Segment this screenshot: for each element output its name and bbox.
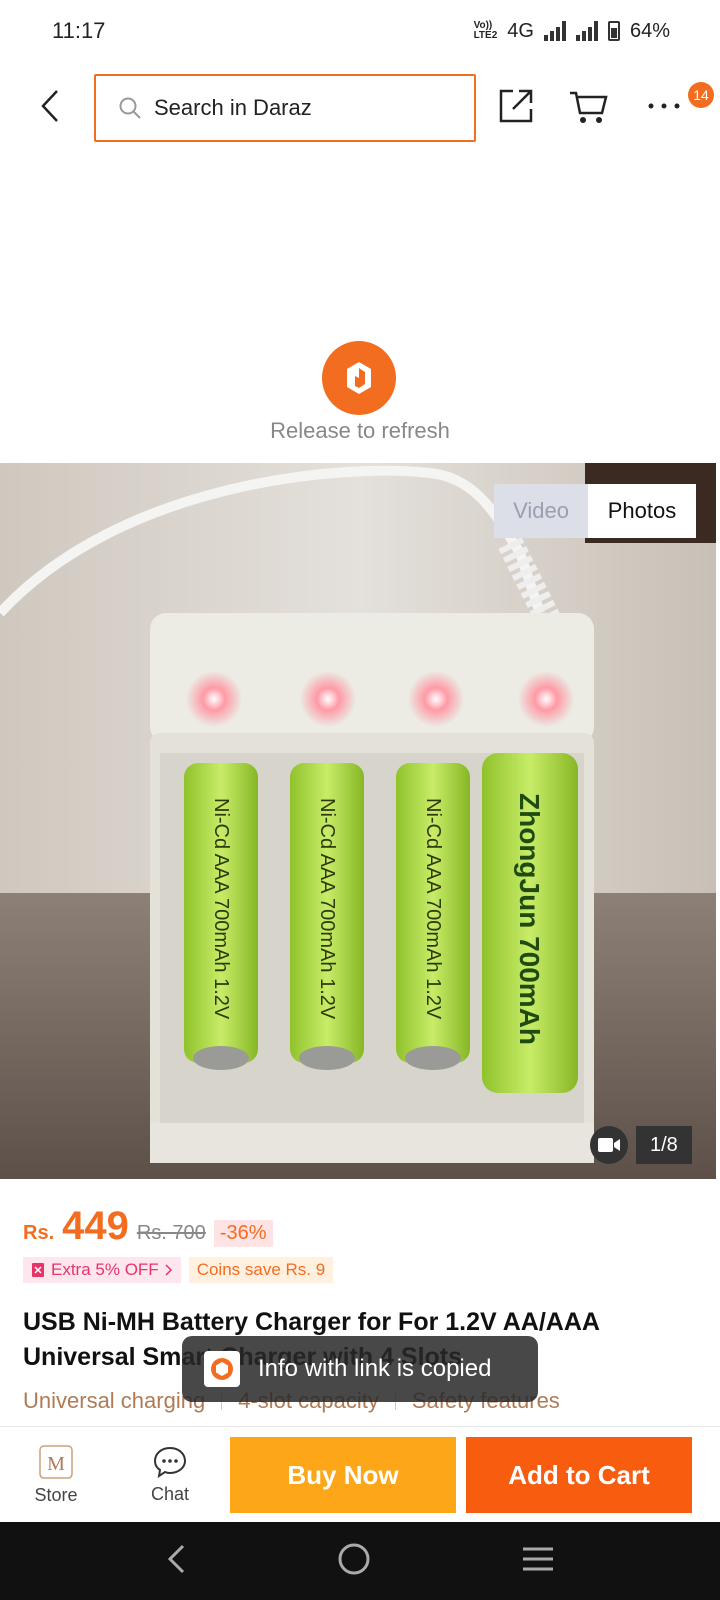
svg-text:M: M [47,1453,65,1475]
chat-icon [153,1446,187,1478]
promo-row: Extra 5% OFF Coins save Rs. 9 [23,1257,334,1283]
search-icon [119,97,141,119]
tab-video[interactable]: Video [494,484,588,538]
product-photo: Ni-Cd AAA 700mAh 1.2V Ni-Cd AAA 700mAh 1… [0,463,716,1179]
discount-badge: -36% [213,1220,273,1247]
product-image[interactable]: Ni-Cd AAA 700mAh 1.2V Ni-Cd AAA 700mAh 1… [0,463,716,1179]
voucher-icon [32,1263,44,1277]
share-icon [499,89,533,123]
cart-button[interactable] [566,84,610,128]
price-row: Rs. 449 Rs. 700 -36% [23,1204,273,1249]
toast: Info with link is copied [182,1336,538,1402]
volte-indicator: Vo)) LTE2 [473,20,498,41]
share-button[interactable] [494,84,538,128]
status-bar: 11:17 Vo)) LTE2 4G 64% [0,0,720,62]
buy-now-button[interactable]: Buy Now [230,1437,456,1513]
chat-label: Chat [150,1483,190,1504]
coins-label: Coins save Rs. 9 [196,1260,326,1279]
image-counter-text: 1/8 [636,1126,692,1164]
daraz-app-icon [204,1351,240,1387]
battery-label-3: Ni-Cd AAA 700mAh 1.2V [422,798,444,1020]
cart-icon [570,91,608,123]
add-to-cart-button[interactable]: Add to Cart [466,1437,692,1513]
video-camera-button[interactable] [590,1126,628,1164]
battery-label-2: Ni-Cd AAA 700mAh 1.2V [316,798,338,1020]
more-button[interactable] [642,84,686,128]
menu-lines-icon [523,1547,553,1570]
bottom-action-bar: M Store Chat Buy Now Add to Cart [0,1426,720,1522]
battery-icon [607,21,620,41]
battery-percent: 64% [629,19,670,42]
store-logo-icon: M [39,1444,73,1479]
notification-badge: 14 [688,82,714,108]
battery-label-4: ZhongJun 700mAh [514,793,545,1045]
toast-text: Info with link is copied [258,1355,492,1382]
back-arrow-icon [167,1544,185,1573]
daraz-logo-icon [322,341,396,415]
currency-label: Rs. [23,1222,55,1244]
tab-photos[interactable]: Photos [588,484,696,538]
system-recents-button[interactable] [521,1546,555,1577]
extra-off-label: Extra 5% OFF [51,1260,159,1279]
chat-button[interactable]: Chat [130,1427,210,1523]
system-nav-bar [0,1522,720,1600]
media-tabs: Video Photos [494,484,696,538]
feature-item: Universal charging [23,1388,206,1413]
extra-off-voucher[interactable]: Extra 5% OFF [23,1257,181,1283]
store-label: Store [34,1484,78,1505]
home-circle-icon [338,1543,370,1574]
top-nav: Search in Daraz [0,70,720,142]
video-camera-icon [598,1138,620,1152]
image-counter: 1/8 [590,1126,692,1164]
search-placeholder: Search in Daraz [154,95,312,120]
back-button[interactable] [30,84,70,128]
signal-icon [543,21,566,41]
coins-tag[interactable]: Coins save Rs. 9 [188,1257,334,1283]
original-price: Rs. 700 [136,1222,206,1244]
status-time: 11:17 [52,18,106,43]
system-back-button[interactable] [165,1543,187,1580]
more-icon [648,103,680,109]
signal-icon-2 [575,21,598,41]
chevron-right-icon [165,1264,172,1276]
search-input[interactable]: Search in Daraz [94,74,476,142]
battery-label-1: Ni-Cd AAA 700mAh 1.2V [210,798,232,1020]
chevron-left-icon [41,90,58,122]
status-icons: Vo)) LTE2 4G 64% [474,20,670,43]
system-home-button[interactable] [337,1542,371,1581]
refresh-text: Release to refresh [270,418,450,443]
current-price: 449 [62,1204,129,1248]
store-button[interactable]: M Store [16,1427,96,1523]
network-type: 4G [507,19,534,42]
